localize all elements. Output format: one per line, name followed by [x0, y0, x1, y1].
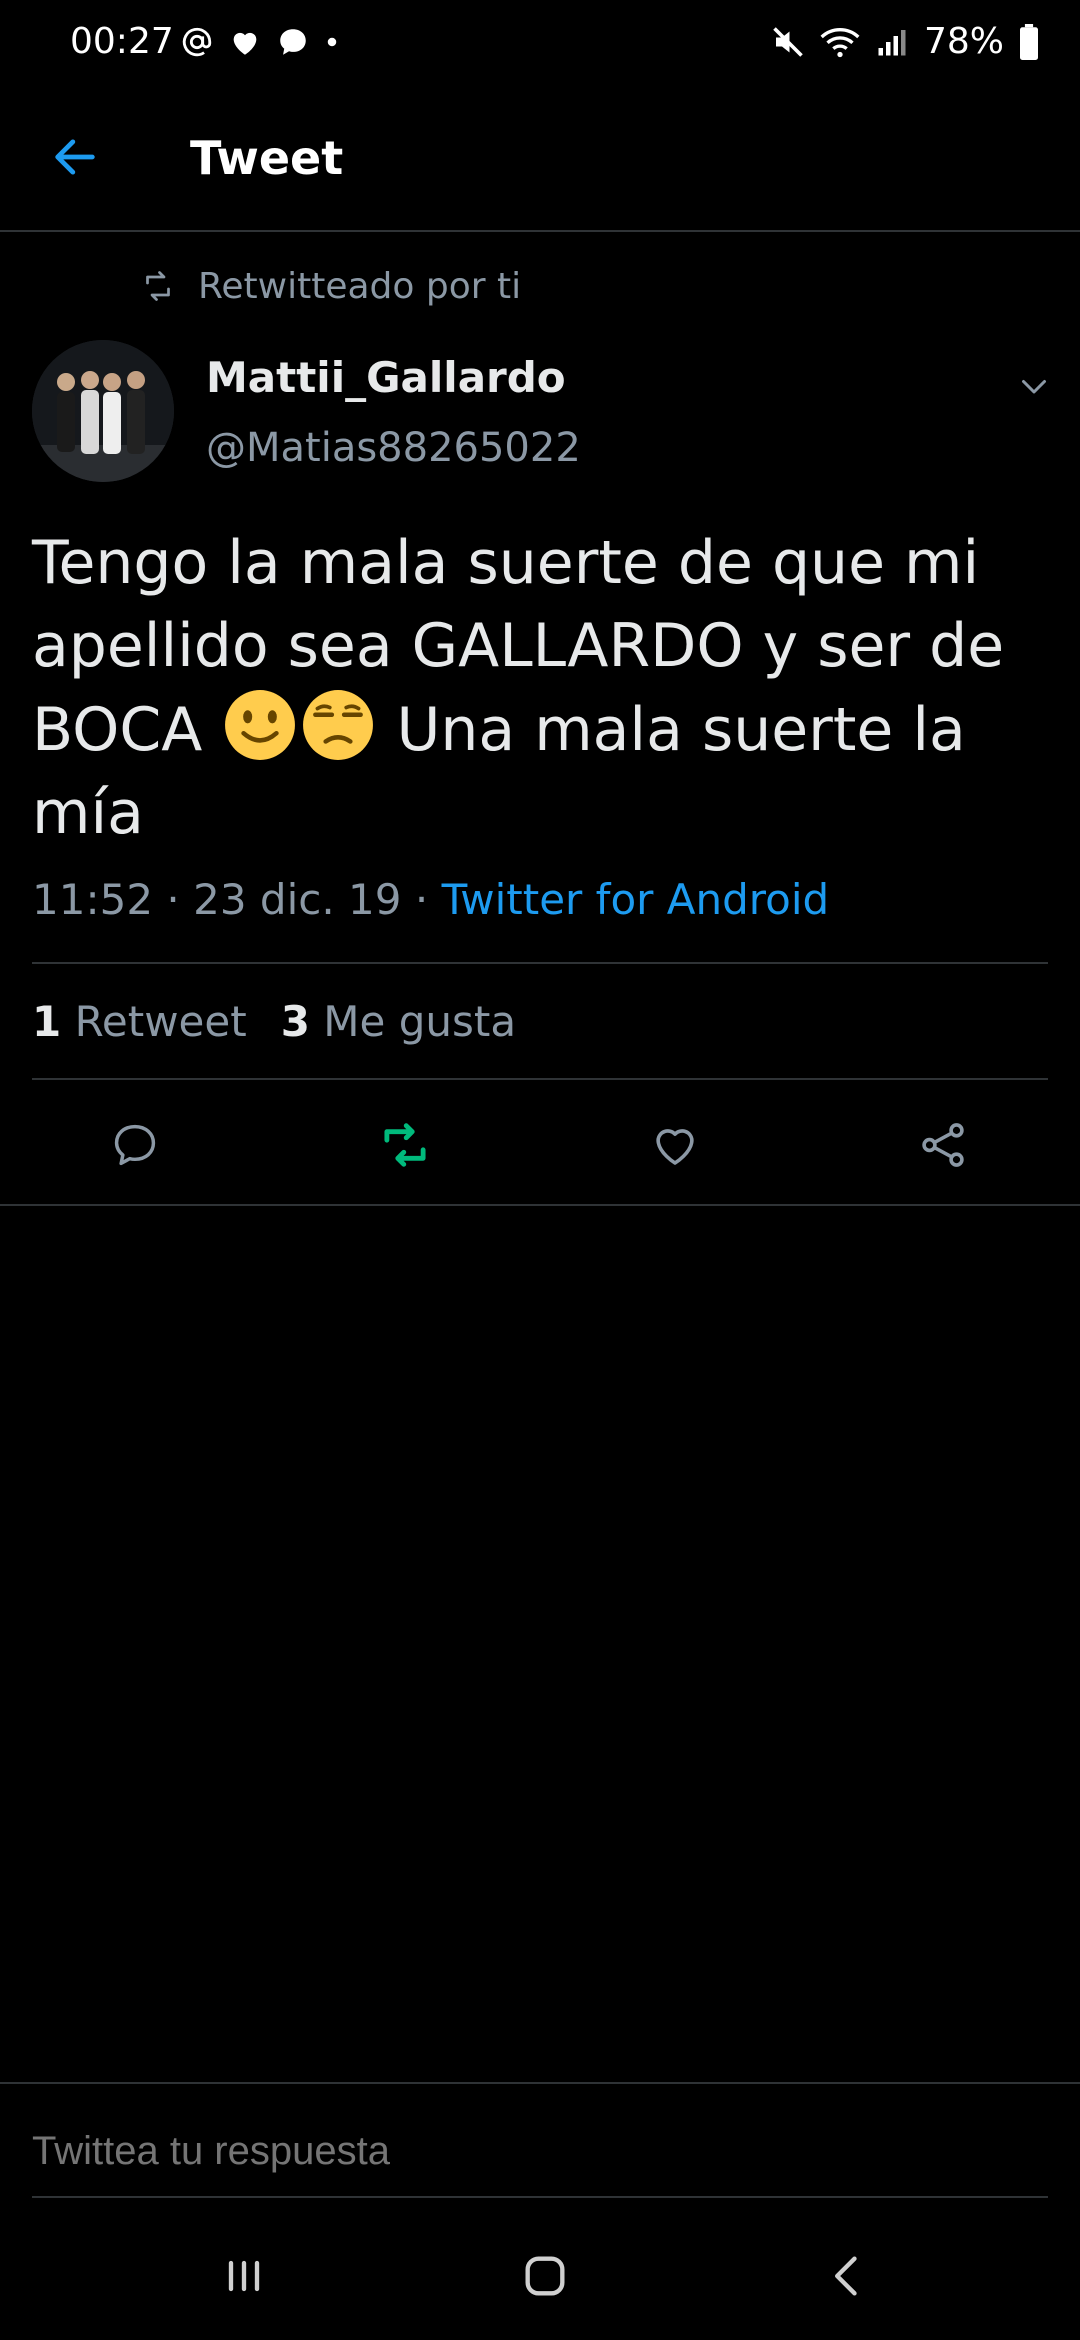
tweet-time: 11:52 [32, 875, 154, 924]
tweet-stats: 1 Retweet 3 Me gusta [32, 994, 516, 1050]
share-button[interactable] [893, 1110, 993, 1180]
at-icon [182, 27, 212, 57]
status-bar: 00:27 78% [0, 0, 1080, 84]
battery-level: 78% [923, 21, 1004, 62]
meta-separator: · [166, 875, 180, 924]
top-bar: Tweet [0, 84, 1080, 232]
tweet-meta: 11:52 · 23 dic. 19 · Twitter for Android [32, 872, 829, 928]
recent-apps-button[interactable] [184, 2236, 304, 2316]
retweet-context: Retwitteado por ti [140, 262, 521, 310]
reply-icon [114, 1124, 156, 1166]
divider [32, 1078, 1048, 1080]
avatar-photo [32, 340, 174, 482]
divider [32, 2196, 1048, 2198]
likes-stat[interactable]: 3 Me gusta [281, 994, 516, 1050]
signal-icon [878, 30, 906, 56]
nav-back-button[interactable] [788, 2236, 908, 2316]
retweets-label: Retweet [74, 997, 247, 1046]
share-icon [922, 1123, 964, 1167]
back-button[interactable] [40, 122, 110, 192]
tweet-text: Tengo la mala suerte de que mi apellido … [32, 522, 1042, 855]
retweets-stat[interactable]: 1 Retweet [32, 994, 247, 1050]
reply-input[interactable] [32, 2118, 1048, 2184]
recent-apps-icon [228, 2260, 260, 2292]
like-button[interactable] [625, 1110, 725, 1180]
like-icon [656, 1129, 694, 1165]
likes-label: Me gusta [323, 997, 517, 1046]
page-title: Tweet [190, 131, 344, 185]
retweet-context-label: Retwitteado por ti [198, 265, 522, 307]
retweet-button[interactable] [355, 1110, 455, 1180]
author-handle: @Matias88265022 [206, 425, 581, 471]
wifi-icon [820, 28, 860, 58]
notification-icons [180, 18, 340, 66]
meta-separator: · [414, 875, 429, 924]
divider [32, 962, 1048, 964]
unamused-face-icon [303, 690, 374, 760]
system-icons: 78% [770, 18, 1040, 66]
home-button[interactable] [485, 2236, 605, 2316]
home-icon [525, 2256, 565, 2296]
retweet-icon [384, 1123, 426, 1167]
tweet-menu-button[interactable] [1010, 362, 1058, 410]
mute-icon [773, 27, 803, 57]
author-name[interactable]: Mattii_Gallardo [206, 350, 566, 406]
tweet-source-link[interactable]: Twitter for Android [442, 875, 830, 924]
chat-bubble-icon [280, 29, 306, 55]
retweet-small-icon [146, 271, 170, 301]
battery-icon [1020, 24, 1038, 60]
likes-count: 3 [280, 997, 310, 1046]
status-time: 00:27 [70, 21, 174, 62]
arrow-left-icon [55, 139, 95, 175]
heart-icon [233, 32, 257, 55]
chevron-left-icon [835, 2256, 857, 2296]
divider [0, 1204, 1080, 1206]
divider [0, 2082, 1080, 2084]
reply-button[interactable] [85, 1110, 185, 1180]
retweets-count: 1 [32, 997, 62, 1046]
dot-icon [327, 37, 337, 47]
tweet-date: 23 dic. 19 [193, 875, 402, 924]
slightly-smiling-face-icon [225, 690, 296, 760]
chevron-down-icon [1022, 380, 1046, 394]
avatar[interactable] [32, 340, 174, 482]
